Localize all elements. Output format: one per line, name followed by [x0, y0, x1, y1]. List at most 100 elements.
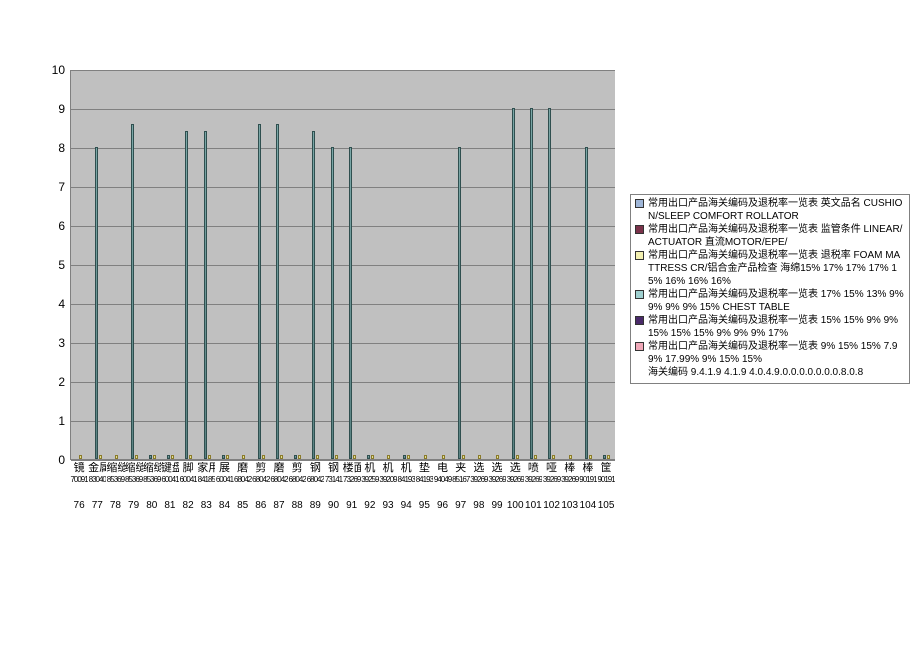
plot-area — [70, 70, 615, 460]
x-tick-label-cn: 剪 — [288, 462, 306, 474]
x-tick-label-cn: 夹 — [452, 462, 470, 474]
bar — [371, 455, 374, 459]
x-tick-label-cn: 筐 — [597, 462, 615, 474]
x-tick-label-code: 90191 — [579, 474, 597, 486]
x-tick-label-cn: 钢 — [324, 462, 342, 474]
bar-group — [506, 70, 524, 459]
y-tick-label: 6 — [35, 220, 65, 232]
legend-item: 常用出口产品海关编码及退税率一览表 9% 15% 15% 7.99% 17.99… — [635, 340, 905, 366]
bar — [153, 455, 156, 459]
x-tick-label-cn: 垫 — [415, 462, 433, 474]
bar — [462, 455, 465, 459]
x-tick-label-index: 105 — [597, 486, 615, 512]
bar-chart: 012345678910 镜金属缩缝缩缝缩缝键盘脚家用展磨剪磨剪钢钢楼面机机机垫… — [35, 70, 615, 510]
x-tick-label-cn: 机 — [361, 462, 379, 474]
x-tick-label-code: 85369 — [125, 474, 143, 486]
x-tick-label-index: 91 — [343, 486, 361, 512]
x-tick-label-code: 85369 — [143, 474, 161, 486]
bar-group — [252, 70, 270, 459]
x-tick-label-cn: 缩缝 — [106, 462, 124, 474]
bar-group — [271, 70, 289, 459]
x-tick-label-code: 39259 — [361, 474, 379, 486]
bar-group — [434, 70, 452, 459]
bar-group — [579, 70, 597, 459]
y-tick-label: 9 — [35, 103, 65, 115]
bar — [131, 124, 134, 459]
y-tick-label: 8 — [35, 142, 65, 154]
x-tick-label-code: 68042 — [306, 474, 324, 486]
bar — [276, 124, 279, 459]
x-tick-label-code: 68042 — [270, 474, 288, 486]
x-tick-label-index: 82 — [179, 486, 197, 512]
y-tick-label: 10 — [35, 64, 65, 76]
x-tick-label-index: 95 — [415, 486, 433, 512]
bar — [222, 455, 225, 459]
x-tick-label-index: 103 — [561, 486, 579, 512]
bar-group — [379, 70, 397, 459]
bar — [367, 455, 370, 459]
x-tick-label-cn: 钢 — [306, 462, 324, 474]
bar — [552, 455, 555, 459]
bar — [226, 455, 229, 459]
y-tick-label: 2 — [35, 376, 65, 388]
x-tick-label-cn: 棒 — [561, 462, 579, 474]
legend-item: 常用出口产品海关编码及退税率一览表 英文品名 CUSHION/SLEEP COM… — [635, 197, 905, 223]
bar — [294, 455, 297, 459]
bar — [478, 455, 481, 459]
bar — [548, 108, 551, 459]
x-tick-label-index: 104 — [579, 486, 597, 512]
x-tick-label-code: 60041 — [179, 474, 197, 486]
legend-swatch — [635, 290, 644, 299]
bar — [569, 455, 572, 459]
bar — [387, 455, 390, 459]
bar — [312, 131, 315, 459]
x-tick-label-code: 84193 — [415, 474, 433, 486]
bar — [242, 455, 245, 459]
bar — [185, 131, 188, 459]
bar-group — [234, 70, 252, 459]
x-tick-label-cn: 棒 — [579, 462, 597, 474]
bar — [204, 131, 207, 459]
x-tick-label-index: 81 — [161, 486, 179, 512]
bar-group — [162, 70, 180, 459]
bar — [331, 147, 334, 459]
legend-label: 常用出口产品海关编码及退税率一览表 退税率 FOAM MATTRESS CR/铝… — [648, 249, 905, 288]
legend-swatch — [635, 251, 644, 260]
bar — [603, 455, 606, 459]
bar — [262, 455, 265, 459]
bar-group — [452, 70, 470, 459]
bar-group — [543, 70, 561, 459]
x-tick-label-cn: 缩缝 — [125, 462, 143, 474]
x-tick-label-cn: 金属 — [88, 462, 106, 474]
bar — [79, 455, 82, 459]
bar-group — [180, 70, 198, 459]
x-tick-label-cn: 镜 — [70, 462, 88, 474]
bar — [99, 455, 102, 459]
y-tick-label: 7 — [35, 181, 65, 193]
x-tick-label-index: 77 — [88, 486, 106, 512]
x-tick-label-cn: 电 — [433, 462, 451, 474]
bar — [516, 455, 519, 459]
x-tick-label-cn: 键盘 — [161, 462, 179, 474]
bar-group — [125, 70, 143, 459]
x-tick-label-code: 84193 — [397, 474, 415, 486]
legend-label: 常用出口产品海关编码及退税率一览表 9% 15% 15% 7.99% 17.99… — [648, 340, 905, 366]
x-tick-label-code: 39269 — [506, 474, 524, 486]
bar-group — [416, 70, 434, 459]
y-tick-label: 5 — [35, 259, 65, 271]
x-tick-label-code: 85369 — [106, 474, 124, 486]
legend-label: 常用出口产品海关编码及退税率一览表 17% 15% 13% 9% 9% 9% 9… — [648, 288, 905, 314]
bar — [298, 455, 301, 459]
x-tick-label-cn: 选 — [506, 462, 524, 474]
x-tick-label-index: 102 — [542, 486, 560, 512]
x-tick-label-cn: 机 — [397, 462, 415, 474]
x-tick-label-cn: 展 — [215, 462, 233, 474]
bar — [167, 455, 170, 459]
x-tick-label-code: 68042 — [234, 474, 252, 486]
gridline — [71, 460, 615, 461]
x-tick-label-code: 39269 — [561, 474, 579, 486]
x-tick-label-code: 90191 — [597, 474, 615, 486]
legend-item: 常用出口产品海关编码及退税率一览表 15% 15% 9% 9% 15% 15% … — [635, 314, 905, 340]
legend-item: 常用出口产品海关编码及退税率一览表 退税率 FOAM MATTRESS CR/铝… — [635, 249, 905, 288]
bar-group — [307, 70, 325, 459]
